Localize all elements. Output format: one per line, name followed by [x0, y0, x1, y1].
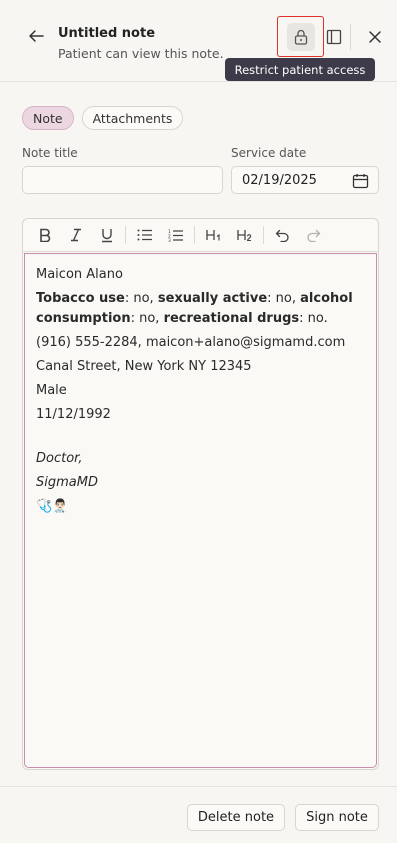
toolbar-divider	[263, 226, 264, 244]
redo-button[interactable]	[298, 221, 329, 249]
editor-toolbar: 123	[23, 219, 378, 252]
svg-text:3: 3	[168, 238, 171, 242]
back-button[interactable]	[24, 24, 48, 48]
delete-note-button[interactable]: Delete note	[187, 804, 285, 831]
bullet-list-button[interactable]	[129, 221, 160, 249]
note-footer: Delete note Sign note	[0, 786, 397, 843]
toggle-panel-button[interactable]	[322, 25, 346, 49]
service-date-value: 02/19/2025	[242, 172, 317, 188]
underline-icon	[101, 228, 112, 242]
sidebar-panel-icon	[326, 29, 342, 45]
drugs-label: recreational drugs	[163, 311, 300, 326]
visibility-status: Patient can view this note.	[58, 46, 224, 61]
italic-button[interactable]	[60, 221, 91, 249]
heading-2-button[interactable]	[229, 221, 260, 249]
underline-button[interactable]	[91, 221, 122, 249]
undo-button[interactable]	[267, 221, 298, 249]
italic-icon	[70, 228, 81, 242]
heading-2-icon	[236, 230, 251, 241]
numbered-list-button[interactable]: 123	[160, 221, 191, 249]
lock-button-bg	[286, 22, 315, 51]
arrow-left-icon	[29, 30, 44, 42]
patient-address: Canal Street, New York NY 12345	[36, 359, 252, 374]
undo-icon	[275, 229, 289, 242]
patient-dob: 11/12/1992	[36, 407, 111, 422]
note-title-input[interactable]	[22, 166, 223, 194]
heading-1-button[interactable]	[198, 221, 229, 249]
tobacco-label: Tobacco use	[36, 291, 125, 306]
patient-sex: Male	[36, 383, 67, 398]
social-history: Tobacco use: no, sexually active: no, al…	[36, 289, 365, 329]
page-title: Untitled note	[58, 26, 156, 41]
patient-name: Maicon Alano	[36, 267, 123, 282]
toolbar-divider	[125, 226, 126, 244]
alcohol-value: : no,	[130, 311, 164, 326]
toolbar-divider	[194, 226, 195, 244]
signature-org: SigmaMD	[36, 473, 365, 493]
lock-icon	[294, 29, 307, 45]
redo-icon	[307, 229, 321, 242]
signature-title-text: Doctor,	[36, 451, 83, 466]
close-icon	[369, 31, 381, 43]
drugs-value: : no.	[299, 311, 328, 326]
signature-emoji: 🩺👨🏻‍⚕️	[36, 499, 69, 514]
restrict-access-tooltip: Restrict patient access	[225, 58, 375, 81]
header-divider	[350, 24, 351, 50]
sign-note-button[interactable]: Sign note	[295, 804, 379, 831]
restrict-access-button[interactable]	[277, 16, 324, 57]
signature-title: Doctor,	[36, 449, 365, 469]
note-editor: 123 Maicon Alano Tobacco use: no, sexual…	[22, 218, 379, 770]
tobacco-value: : no,	[124, 291, 158, 306]
signature-org-text: SigmaMD	[36, 475, 98, 490]
calendar-icon[interactable]	[352, 173, 369, 189]
tab-attachments[interactable]: Attachments	[81, 106, 184, 130]
numbered-list-icon: 123	[168, 229, 183, 242]
tab-note[interactable]: Note	[22, 106, 74, 130]
note-tabs: Note Attachments	[22, 106, 184, 130]
close-button[interactable]	[363, 25, 387, 49]
note-body-editor[interactable]: Maicon Alano Tobacco use: no, sexually a…	[24, 253, 377, 768]
note-title-label: Note title	[22, 146, 78, 160]
sexual-activity-label: sexually active	[157, 291, 268, 306]
bullet-list-icon	[137, 229, 152, 241]
patient-contact: (916) 555-2284, maicon+alano@sigmamd.com	[36, 335, 346, 350]
sexual-activity-value: : no,	[267, 291, 301, 306]
bold-button[interactable]	[29, 221, 60, 249]
bold-icon	[39, 228, 50, 242]
service-date-label: Service date	[231, 146, 307, 160]
heading-1-icon	[205, 230, 220, 241]
service-date-input[interactable]: 02/19/2025	[231, 166, 379, 194]
